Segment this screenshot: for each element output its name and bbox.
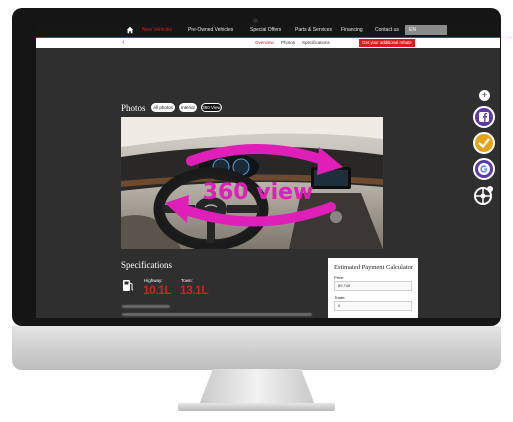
floating-sidebar: +: [473, 90, 495, 220]
facebook-button[interactable]: [473, 106, 495, 128]
nav-pre-owned-vehicles[interactable]: Pre-Owned Vehicles: [188, 27, 233, 33]
facebook-icon: [479, 112, 489, 122]
monitor-stand-base: [178, 403, 335, 411]
payment-calculator: Estimated Payment Calculator Price: 89,7…: [328, 258, 418, 318]
language-switch[interactable]: EN: [405, 25, 447, 35]
trade-input[interactable]: 0: [334, 301, 412, 311]
highway-value: 10.1L: [143, 283, 172, 297]
nav-financing[interactable]: Financing: [341, 27, 363, 33]
car-interior-photo[interactable]: 360 view: [121, 117, 383, 249]
screen: New Vehicles Pre-Owned Vehicles Special …: [36, 24, 500, 318]
home-icon[interactable]: [126, 26, 134, 34]
rebate-button[interactable]: Get your additional rebate: [359, 39, 415, 47]
camera-dot: [253, 18, 258, 23]
calculator-title: Estimated Payment Calculator: [334, 264, 414, 271]
photos-heading: Photos: [121, 103, 146, 113]
wheel-settings-button[interactable]: [473, 184, 495, 206]
google-icon: [478, 163, 490, 175]
price-input[interactable]: 89,745: [334, 281, 412, 291]
trade-label: Trade:: [334, 295, 346, 300]
nav-parts-services[interactable]: Parts & Services: [295, 27, 332, 33]
check-icon: [478, 138, 490, 149]
monitor: New Vehicles Pre-Owned Vehicles Special …: [12, 8, 501, 370]
nav-special-offers[interactable]: Special Offers: [250, 27, 281, 33]
specifications-heading: Specifications: [121, 260, 172, 270]
wheel-settings-icon: [474, 186, 493, 205]
fuel-pump-icon: [123, 280, 134, 291]
google-button[interactable]: [473, 158, 495, 180]
filter-360-view[interactable]: 360 View: [201, 103, 222, 112]
filter-interior[interactable]: Interior: [179, 103, 197, 112]
check-button[interactable]: [473, 132, 495, 154]
subnav-overview[interactable]: Overview: [255, 40, 274, 45]
town-value: 13.1L: [180, 283, 209, 297]
monitor-stand: [199, 369, 315, 405]
back-arrow-icon[interactable]: ‹: [122, 39, 124, 47]
top-navigation: New Vehicles Pre-Owned Vehicles Special …: [36, 24, 500, 37]
language-label: EN: [409, 27, 416, 33]
nav-new-vehicles[interactable]: New Vehicles: [142, 27, 172, 33]
overlay-360-text: 360 view: [203, 180, 314, 205]
monitor-chin: [12, 326, 501, 370]
filter-all-photos[interactable]: All photos: [151, 103, 175, 112]
subnav-specifications[interactable]: Specifications: [302, 40, 330, 45]
blurred-text-line: [122, 313, 312, 316]
blurred-text-line: [122, 305, 170, 308]
subnav-photos[interactable]: Photos: [281, 40, 295, 45]
price-label: Price:: [334, 275, 345, 280]
nav-contact-us[interactable]: Contact us: [375, 27, 399, 33]
plus-icon[interactable]: +: [479, 90, 490, 101]
sub-navigation: ‹ Overview Photos Specifications Get you…: [36, 37, 500, 48]
